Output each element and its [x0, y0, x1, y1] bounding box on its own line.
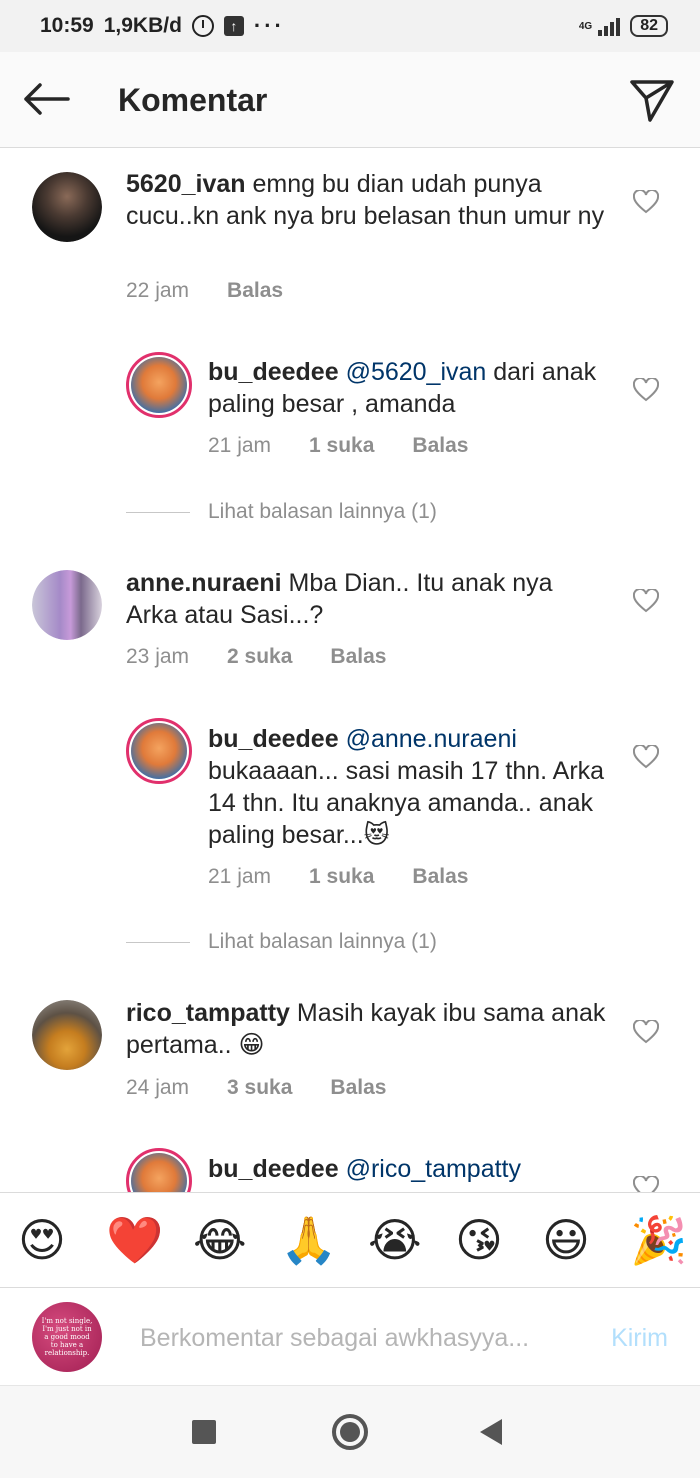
- view-more-replies-label: Lihat balasan lainnya (1): [208, 930, 437, 953]
- system-back-button[interactable]: [480, 1419, 502, 1445]
- like-heart-icon[interactable]: [633, 190, 659, 214]
- comment-text: bu_deedee @rico_tampatty: [208, 1153, 608, 1185]
- comment-meta: 24 jam 3 suka Balas: [126, 1076, 386, 1100]
- likes-count[interactable]: 3 suka: [227, 1076, 292, 1100]
- status-right: 4G 82: [579, 15, 668, 37]
- comment-meta: 22 jam Balas: [126, 279, 283, 303]
- own-avatar: I'm not single, I'm just not in a good m…: [32, 1302, 102, 1372]
- comments-list[interactable]: 5620_ivan emng bu dian udah punya cucu..…: [0, 148, 700, 1192]
- back-arrow-icon: [24, 83, 70, 115]
- battery-indicator: 82: [630, 15, 668, 37]
- emoji-party-popper[interactable]: 🎉: [630, 1213, 687, 1267]
- comment-meta: 23 jam 2 suka Balas: [126, 645, 386, 669]
- comment-text: anne.nuraeni Mba Dian.. Itu anak nya Ark…: [126, 567, 596, 631]
- emoji-grinning[interactable]: 😃: [542, 1213, 590, 1267]
- comment-time: 21 jam: [208, 434, 272, 457]
- emoji-tears-of-joy[interactable]: 😂: [193, 1213, 247, 1267]
- network-type: 4G: [578, 20, 593, 32]
- comment-username[interactable]: 5620_ivan: [126, 170, 246, 198]
- comment-body: bukaaaan... sasi masih 17 thn. Arka 14 t…: [208, 757, 605, 849]
- divider: [126, 941, 190, 943]
- reply-button[interactable]: Balas: [412, 434, 468, 458]
- view-more-replies[interactable]: Lihat balasan lainnya (1): [126, 930, 437, 954]
- page-title: Komentar: [118, 82, 268, 118]
- back-button[interactable]: [22, 74, 72, 124]
- view-more-replies[interactable]: Lihat balasan lainnya (1): [126, 500, 437, 524]
- comment-input[interactable]: [140, 1318, 580, 1358]
- divider: [126, 511, 190, 513]
- reply-button[interactable]: Balas: [330, 645, 386, 669]
- status-left: 10:59 1,9KB/d ↑ ···: [40, 13, 285, 39]
- comment-text: bu_deedee @5620_ivan dari anak paling be…: [208, 356, 608, 420]
- likes-count[interactable]: 1 suka: [309, 434, 374, 458]
- reply-button[interactable]: Balas: [227, 279, 283, 303]
- view-more-replies-label: Lihat balasan lainnya (1): [208, 500, 437, 523]
- avatar[interactable]: [32, 1000, 102, 1070]
- emoji-folded-hands[interactable]: 🙏: [280, 1213, 337, 1267]
- like-heart-icon[interactable]: [633, 745, 659, 769]
- comment-username[interactable]: bu_deedee: [208, 1155, 339, 1183]
- like-heart-icon[interactable]: [633, 378, 659, 402]
- comment-username[interactable]: bu_deedee: [208, 725, 339, 753]
- alarm-icon: [191, 15, 214, 37]
- like-heart-icon[interactable]: [633, 1020, 659, 1044]
- avatar[interactable]: [126, 1148, 192, 1192]
- avatar[interactable]: [32, 570, 102, 640]
- direct-send-icon: [630, 80, 674, 122]
- reply-button[interactable]: Balas: [330, 1076, 386, 1100]
- status-data-rate: 1,9KB/d: [103, 14, 182, 37]
- comment-username[interactable]: anne.nuraeni: [126, 569, 282, 597]
- status-time: 10:59: [40, 14, 94, 37]
- system-nav-bar: [0, 1386, 700, 1478]
- comment-mention[interactable]: @rico_tampatty: [346, 1155, 521, 1183]
- emoji-quick-bar: 😍 ❤️ 😂 🙏 😭 😘 😃 🎉: [0, 1192, 700, 1288]
- comment-time: 24 jam: [126, 1076, 190, 1099]
- comment-time: 22 jam: [126, 279, 190, 302]
- post-button[interactable]: Kirim: [611, 1324, 668, 1353]
- signal-icon: [598, 16, 621, 36]
- comment-time: 21 jam: [208, 865, 272, 888]
- emoji-crying[interactable]: 😭: [368, 1213, 422, 1267]
- status-bar: 10:59 1,9KB/d ↑ ··· 4G 82: [0, 0, 700, 52]
- avatar[interactable]: [126, 352, 192, 418]
- upload-icon: ↑: [223, 16, 244, 36]
- recents-button[interactable]: [192, 1420, 216, 1444]
- comment-meta: 21 jam 1 suka Balas: [208, 865, 468, 889]
- home-button[interactable]: [332, 1414, 368, 1450]
- comment-mention[interactable]: @anne.nuraeni: [346, 725, 517, 753]
- emoji-blowing-kiss[interactable]: 😘: [455, 1213, 503, 1267]
- comment-username[interactable]: rico_tampatty: [126, 999, 290, 1027]
- comment-text: rico_tampatty Masih kayak ibu sama anak …: [126, 997, 606, 1061]
- comment-mention[interactable]: @5620_ivan: [346, 358, 487, 386]
- likes-count[interactable]: 1 suka: [309, 865, 374, 889]
- comment-time: 23 jam: [126, 645, 190, 668]
- comment-meta: 21 jam 1 suka Balas: [208, 434, 468, 458]
- comment-username[interactable]: bu_deedee: [208, 358, 339, 386]
- emoji-red-heart[interactable]: ❤️: [106, 1213, 163, 1267]
- likes-count[interactable]: 2 suka: [227, 645, 292, 669]
- like-heart-icon[interactable]: [633, 589, 659, 613]
- comment-composer: I'm not single, I'm just not in a good m…: [0, 1288, 700, 1386]
- reply-button[interactable]: Balas: [412, 865, 468, 889]
- like-heart-icon[interactable]: [633, 1176, 659, 1192]
- header: Komentar: [0, 52, 700, 148]
- avatar[interactable]: [126, 718, 192, 784]
- more-notifications-icon: ···: [253, 13, 285, 38]
- comment-text: 5620_ivan emng bu dian udah punya cucu..…: [126, 168, 616, 232]
- share-button[interactable]: [628, 76, 676, 124]
- avatar[interactable]: [32, 172, 102, 242]
- emoji-heart-eyes[interactable]: 😍: [18, 1213, 66, 1267]
- comment-text: bu_deedee @anne.nuraeni bukaaaan... sasi…: [208, 723, 608, 851]
